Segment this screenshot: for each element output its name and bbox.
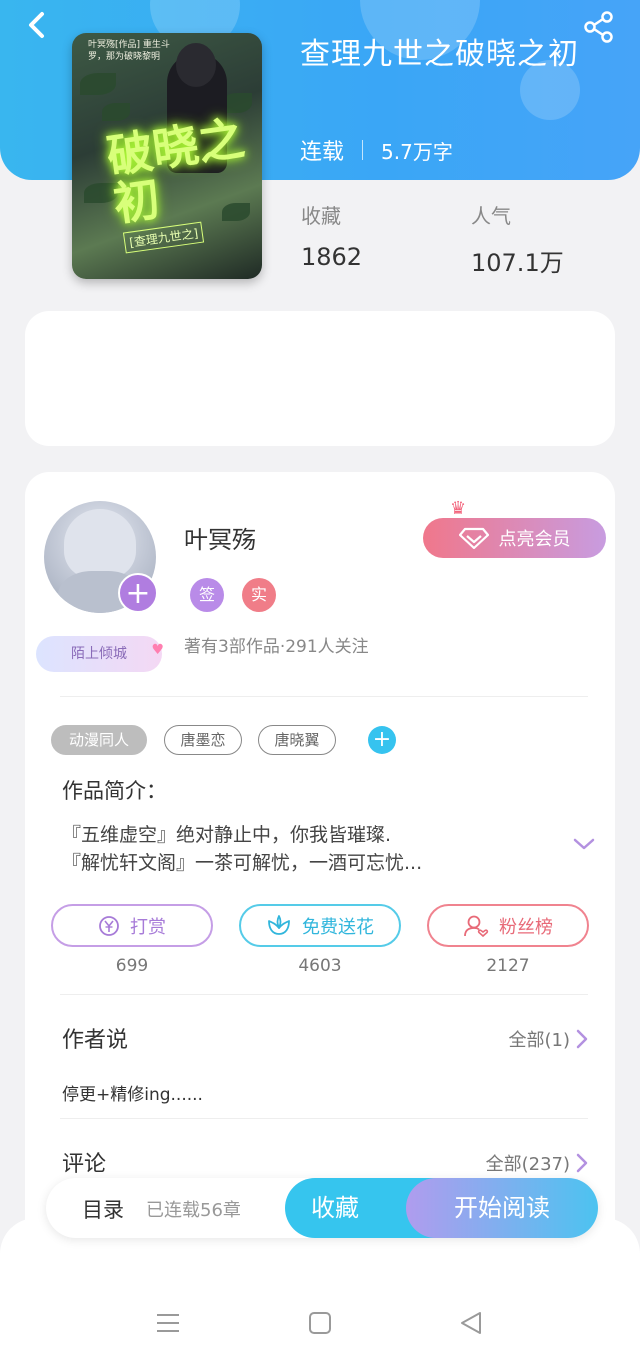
crown-icon: ♛ [450,498,467,519]
author-says-title: 作者说 [62,1028,129,1053]
signed-badge: 签 [190,578,224,612]
leaf-decoration [102,103,130,121]
chevron-right-icon [576,1153,588,1173]
stat-value: 107.1万 [471,249,564,277]
author-says-all-label: 全部(1) [508,1030,571,1051]
comments-all-label: 全部(237) [485,1154,570,1175]
intro-line: 『解忧轩文阁』一茶可解忧，一酒可忘忧... [62,852,423,874]
toc-button[interactable]: 目录 [82,1194,124,1224]
action-label: 免费送花 [302,916,374,938]
intro-line: 『五维虚空』绝对静止中，你我皆璀璨. [62,824,392,846]
tag-item[interactable]: 唐墨恋 [164,725,242,755]
yen-icon [99,915,119,936]
stat-favorites: 收藏 1862 [301,200,362,271]
home-square-icon[interactable] [307,1310,333,1336]
fan-rank-button[interactable]: 粉丝榜 [427,904,589,947]
book-cover[interactable]: 叶冥殇[作品] 重生斗罗，那为破晓黎明 破晓之初 [查理九世之] [72,33,262,279]
intro-title: 作品简介： [62,779,167,803]
cover-character-head [176,43,216,87]
stat-label: 收藏 [301,204,341,228]
tip-count: 699 [115,956,149,976]
flower-count: 4603 [298,956,342,976]
back-arrow-icon[interactable] [22,10,52,40]
divider [60,1118,588,1119]
stat-label: 人气 [471,204,511,228]
fan-rank-count: 2127 [486,956,530,976]
action-label: 粉丝榜 [499,916,553,938]
heart-icon: ♥ [151,642,164,658]
tag-item[interactable]: 唐晓翼 [258,725,336,755]
tip-button[interactable]: 打赏 [51,904,213,947]
chevron-down-icon[interactable] [572,836,596,852]
author-name[interactable]: 叶冥殇 [184,520,256,555]
nav-back-triangle-icon[interactable] [458,1310,484,1336]
add-tag-button[interactable]: + [368,726,396,754]
stat-value: 1862 [301,243,363,271]
fan-tag-label: 陌上倾城 [71,646,127,662]
word-count: 5.7万字 [381,139,453,164]
comments-all-link[interactable]: 全部(237) [486,1150,588,1176]
vip-button[interactable]: 点亮会员 [423,518,606,558]
tag-category[interactable]: 动漫同人 [51,725,147,755]
flower-icon [268,914,290,935]
action-label: 打赏 [130,916,166,938]
follow-button[interactable]: + [118,573,158,613]
fan-rank-icon [464,915,489,937]
avatar-hair [64,509,136,579]
send-flower-button[interactable]: 免费送花 [239,904,401,947]
divider [60,994,588,995]
book-title: 查理九世之破晓之初 [300,37,579,72]
chevron-right-icon [576,1029,588,1049]
vip-label: 点亮会员 [498,529,571,550]
book-status-row: 连载 5.7万字 [300,134,453,166]
stat-popularity: 人气 107.1万 [471,200,564,278]
empty-card [25,311,615,446]
chapter-count: 已连载56章 [146,1200,241,1221]
cover-title-art: 破晓之初 [103,111,248,232]
diamond-icon [458,527,489,549]
verified-badge: 实 [242,578,276,612]
menu-icon[interactable] [155,1310,181,1336]
leaf-decoration [80,73,116,95]
author-says-all-link[interactable]: 全部(1) [509,1026,589,1052]
bottom-sheet [0,1218,640,1362]
comments-title: 评论 [62,1152,107,1177]
status-divider [362,140,364,160]
cover-top-text: 叶冥殇[作品] 重生斗罗，那为破晓黎明 [88,40,170,62]
fan-tag[interactable]: 陌上倾城 ♥ [36,636,164,672]
author-says-text: 停更+精修ing...... [62,1085,203,1105]
divider [60,696,588,697]
start-reading-button[interactable]: 开始阅读 [406,1178,598,1238]
serial-status: 连载 [300,140,345,165]
author-meta: 著有3部作品·291人关注 [184,637,369,657]
